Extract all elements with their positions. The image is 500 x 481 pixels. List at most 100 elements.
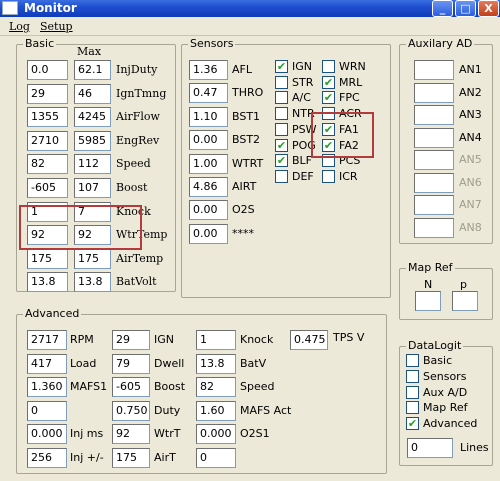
checkbox[interactable]: ✔ — [322, 75, 335, 89]
basic-value-field[interactable]: 82 — [27, 154, 68, 175]
basic-max-field[interactable]: 5985 — [74, 130, 111, 151]
adv-row-label: WtrT — [154, 427, 181, 441]
checkbox[interactable]: ✔ — [275, 154, 288, 168]
adv-row-label: Boost — [154, 380, 186, 394]
basic-value-field[interactable]: 13.8 — [27, 272, 68, 293]
adv-value-field[interactable]: 79 — [112, 353, 150, 374]
basic-max-field[interactable]: 175 — [74, 248, 111, 269]
checkbox[interactable]: ✔ — [275, 138, 288, 152]
adv-row-label: Duty — [154, 403, 181, 417]
basic-value-field[interactable]: 1 — [27, 201, 68, 222]
sensor-value-field[interactable]: 1.10 — [189, 106, 228, 127]
map-ref-group-title: Map Ref — [406, 261, 455, 274]
aux-value-field[interactable] — [414, 172, 454, 193]
adv-value-field[interactable]: 0 — [27, 400, 67, 421]
adv-value-field[interactable]: 2717 — [27, 330, 67, 350]
aux-value-field[interactable] — [414, 82, 454, 103]
aux-channel-label: AN6 — [459, 175, 482, 189]
adv-value-field[interactable]: 1.60 — [196, 400, 236, 421]
checkbox[interactable] — [275, 169, 288, 183]
adv-value-field[interactable]: 175 — [112, 448, 150, 468]
sensor-value-field[interactable]: 0.00 — [189, 223, 228, 244]
checkbox[interactable] — [275, 75, 288, 89]
adv-value-field[interactable]: 29 — [112, 330, 150, 350]
adv-row-label: MAFS Act — [240, 403, 292, 417]
checkbox[interactable]: ✔ — [322, 91, 335, 105]
checkbox[interactable]: ✔ — [275, 60, 288, 73]
basic-row-label: AirFlow — [116, 110, 160, 124]
advanced-group-title: Advanced — [23, 307, 82, 320]
checkbox[interactable] — [322, 169, 335, 183]
basic-value-field[interactable]: 2710 — [27, 130, 68, 151]
adv-value-field[interactable]: 82 — [196, 377, 236, 398]
aux-value-field[interactable] — [414, 60, 454, 80]
aux-value-field[interactable] — [414, 127, 454, 148]
adv-value-field[interactable]: 0.475 — [290, 330, 328, 350]
adv-row-label: Inj +/- — [70, 451, 104, 464]
basic-value-field[interactable]: -605 — [27, 178, 68, 198]
sensor-value-field[interactable]: 1.36 — [189, 60, 228, 80]
adv-value-field[interactable]: 0.000 — [27, 424, 67, 445]
basic-value-field[interactable]: 29 — [27, 83, 68, 104]
checkbox-label: DEF — [292, 169, 314, 183]
sensor-value-field[interactable]: 1.00 — [189, 153, 228, 174]
aux-value-field[interactable] — [414, 105, 454, 125]
maximize-button[interactable]: □ — [455, 0, 476, 17]
checkbox[interactable] — [275, 107, 288, 121]
sensor-value-field[interactable]: 4.86 — [189, 177, 228, 197]
checkbox[interactable] — [322, 107, 335, 121]
basic-value-field[interactable]: 175 — [27, 248, 68, 269]
adv-value-field[interactable]: 92 — [112, 424, 150, 445]
aux-value-field[interactable] — [414, 217, 454, 238]
minimize-button[interactable]: _ — [432, 0, 453, 17]
close-button[interactable]: X — [478, 0, 499, 17]
adv-value-field[interactable]: 256 — [27, 448, 67, 468]
basic-max-field[interactable]: 7 — [74, 201, 111, 222]
adv-row-label: IGN — [154, 333, 174, 346]
basic-max-field[interactable]: 107 — [74, 178, 111, 198]
menu-setup[interactable]: Setup — [40, 20, 73, 33]
map-ref-p-label: p — [460, 278, 467, 291]
checkbox[interactable] — [406, 354, 419, 367]
sensor-row-label: **** — [232, 226, 254, 240]
adv-value-field[interactable]: 0.000 — [196, 424, 236, 445]
checkbox[interactable] — [322, 60, 335, 73]
checkbox[interactable] — [406, 401, 419, 415]
checkbox[interactable]: ✔ — [322, 138, 335, 152]
sensor-value-field[interactable]: 0.47 — [189, 83, 228, 104]
adv-value-field[interactable]: 0.750 — [112, 400, 150, 421]
basic-row-label: EngRev — [116, 133, 160, 147]
basic-group-title: Basic — [23, 37, 57, 50]
map-ref-n-field[interactable] — [415, 291, 441, 311]
basic-value-field[interactable]: 1355 — [27, 107, 68, 128]
basic-max-field[interactable]: 4245 — [74, 107, 111, 128]
sensor-row-label: BST2 — [232, 133, 261, 147]
adv-value-field[interactable]: 13.8 — [196, 353, 236, 374]
checkbox[interactable] — [275, 91, 288, 105]
basic-value-field[interactable]: 92 — [27, 225, 68, 246]
lines-field[interactable]: 0 — [407, 438, 453, 458]
adv-value-field[interactable]: -605 — [112, 377, 150, 398]
menu-log[interactable]: Log — [9, 20, 30, 33]
aux-value-field[interactable] — [414, 195, 454, 215]
map-ref-p-field[interactable] — [452, 291, 478, 311]
checkbox[interactable]: ✔ — [406, 417, 419, 431]
aux-value-field[interactable] — [414, 150, 454, 170]
sensor-value-field[interactable]: 0.00 — [189, 130, 228, 151]
adv-value-field[interactable]: 1 — [196, 330, 236, 350]
basic-max-field[interactable]: 112 — [74, 154, 111, 175]
checkbox[interactable] — [322, 154, 335, 168]
adv-value-field[interactable]: 0 — [196, 448, 236, 468]
adv-value-field[interactable]: 1.360 — [27, 377, 67, 398]
checkbox[interactable] — [406, 385, 419, 399]
checkbox[interactable] — [275, 122, 288, 136]
basic-max-field[interactable]: 13.8 — [74, 272, 111, 293]
basic-max-field[interactable]: 62.1 — [74, 60, 111, 80]
checkbox[interactable]: ✔ — [322, 122, 335, 136]
basic-max-field[interactable]: 46 — [74, 83, 111, 104]
adv-value-field[interactable]: 417 — [27, 353, 67, 374]
basic-max-field[interactable]: 92 — [74, 225, 111, 246]
sensor-value-field[interactable]: 0.00 — [189, 200, 228, 221]
basic-value-field[interactable]: 0.0 — [27, 60, 68, 80]
checkbox[interactable] — [406, 369, 419, 383]
